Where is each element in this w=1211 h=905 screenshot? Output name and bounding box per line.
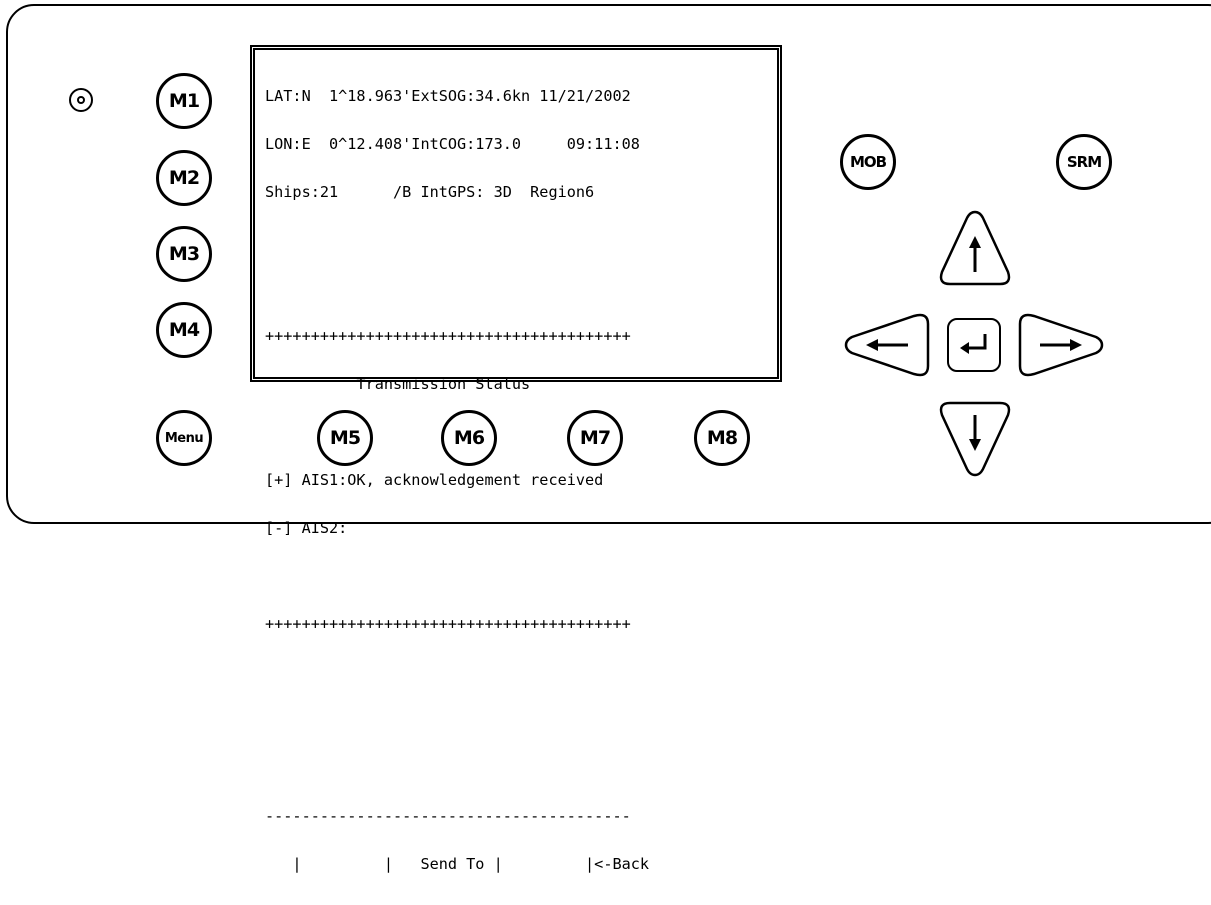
enter-icon bbox=[960, 334, 987, 354]
softkey-separator: ---------------------------------------- bbox=[265, 807, 631, 825]
screen-title: Transmission Status bbox=[265, 375, 531, 393]
menu-button[interactable]: Menu bbox=[156, 410, 212, 466]
m4-button[interactable]: M4 bbox=[156, 302, 212, 358]
up-arrow-icon[interactable] bbox=[936, 208, 1014, 290]
lcd-screen: LAT:N 1^18.963'ExtSOG:34.6kn 11/21/2002 … bbox=[250, 45, 782, 872]
enter-key[interactable] bbox=[947, 318, 1001, 372]
softkey-labels: | | Send To | |<-Back bbox=[265, 855, 650, 873]
lcd-text: LAT:N 1^18.963'ExtSOG:34.6kn 11/21/2002 … bbox=[265, 56, 649, 904]
m3-button[interactable]: M3 bbox=[156, 226, 212, 282]
m1-button[interactable]: M1 bbox=[156, 73, 212, 129]
srm-button[interactable]: SRM bbox=[1056, 134, 1112, 190]
lon-line: LON:E 0^12.408'IntCOG:173.0 09:11:08 bbox=[265, 135, 640, 153]
down-arrow-icon[interactable] bbox=[936, 395, 1014, 479]
power-indicator-icon bbox=[69, 88, 93, 112]
separator-top: ++++++++++++++++++++++++++++++++++++++++ bbox=[265, 327, 631, 345]
m8-button[interactable]: M8 bbox=[694, 410, 750, 466]
ais1-status: [+] AIS1:OK, acknowledgement received bbox=[265, 471, 604, 489]
left-arrow-icon[interactable] bbox=[842, 310, 934, 380]
separator-bottom: ++++++++++++++++++++++++++++++++++++++++ bbox=[265, 615, 631, 633]
right-arrow-icon[interactable] bbox=[1014, 310, 1106, 380]
ais2-status: [-] AIS2: bbox=[265, 519, 348, 537]
lat-line: LAT:N 1^18.963'ExtSOG:34.6kn 11/21/2002 bbox=[265, 87, 631, 105]
mob-button[interactable]: MOB bbox=[840, 134, 896, 190]
m2-button[interactable]: M2 bbox=[156, 150, 212, 206]
ships-line: Ships:21 /B IntGPS: 3D Region6 bbox=[265, 183, 595, 201]
